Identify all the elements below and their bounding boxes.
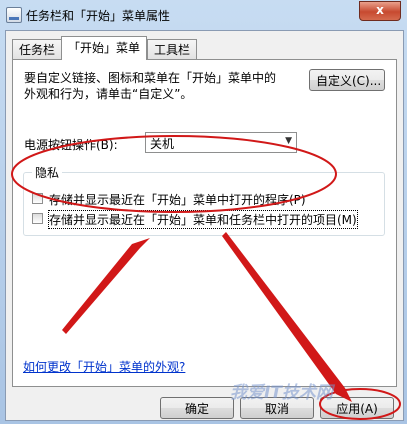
ok-button[interactable]: 确定 [160, 397, 234, 419]
privacy-group: 隐私 存储并显示最近在「开始」菜单中打开的程序(P) 存储并显示最近在「开始」菜… [23, 164, 385, 236]
start-menu-tab-page: 要自定义链接、图标和菜单在「开始」菜单中的 外观和行为，请单击“自定义”。 自定… [12, 59, 397, 387]
power-button-value: 关机 [150, 137, 175, 151]
watermark: 我爱IT技术网 [230, 383, 333, 403]
customize-button[interactable]: 自定义(C)... [309, 69, 385, 91]
tab-start-menu[interactable]: 「开始」菜单 [61, 36, 148, 60]
taskbar-app-icon [6, 7, 22, 23]
title-bar[interactable]: 任务栏和「开始」菜单属性 x [0, 0, 407, 30]
recent-items-checkbox[interactable] [32, 213, 43, 224]
recent-programs-checkbox[interactable] [32, 193, 43, 204]
description-line-2: 外观和行为，请单击“自定义”。 [24, 87, 193, 101]
power-button-label: 电源按钮操作(B): [24, 138, 118, 152]
recent-programs-label: 存储并显示最近在「开始」菜单中打开的程序(P) [49, 193, 306, 207]
privacy-label: 隐私 [32, 164, 63, 181]
tab-toolbars[interactable]: 工具栏 [147, 39, 198, 59]
dialog-panel: 任务栏 「开始」菜单 工具栏 要自定义链接、图标和菜单在「开始」菜单中的 外观和… [5, 30, 404, 421]
recent-items-label: 存储并显示最近在「开始」菜单和任务栏中打开的项目(M) [48, 210, 358, 229]
description: 要自定义链接、图标和菜单在「开始」菜单中的 外观和行为，请单击“自定义”。 [24, 70, 304, 102]
power-button-select[interactable]: 关机 ▼ [145, 132, 297, 153]
tab-taskbar[interactable]: 任务栏 [12, 39, 63, 59]
help-link[interactable]: 如何更改「开始」菜单的外观? [23, 358, 185, 375]
chevron-down-icon: ▼ [285, 136, 292, 146]
properties-window: 任务栏和「开始」菜单属性 x 任务栏 「开始」菜单 工具栏 要自定义链接、图标和… [0, 0, 407, 424]
window-title: 任务栏和「开始」菜单属性 [26, 9, 171, 23]
description-line-1: 要自定义链接、图标和菜单在「开始」菜单中的 [24, 71, 277, 85]
close-button[interactable]: x [359, 1, 401, 21]
